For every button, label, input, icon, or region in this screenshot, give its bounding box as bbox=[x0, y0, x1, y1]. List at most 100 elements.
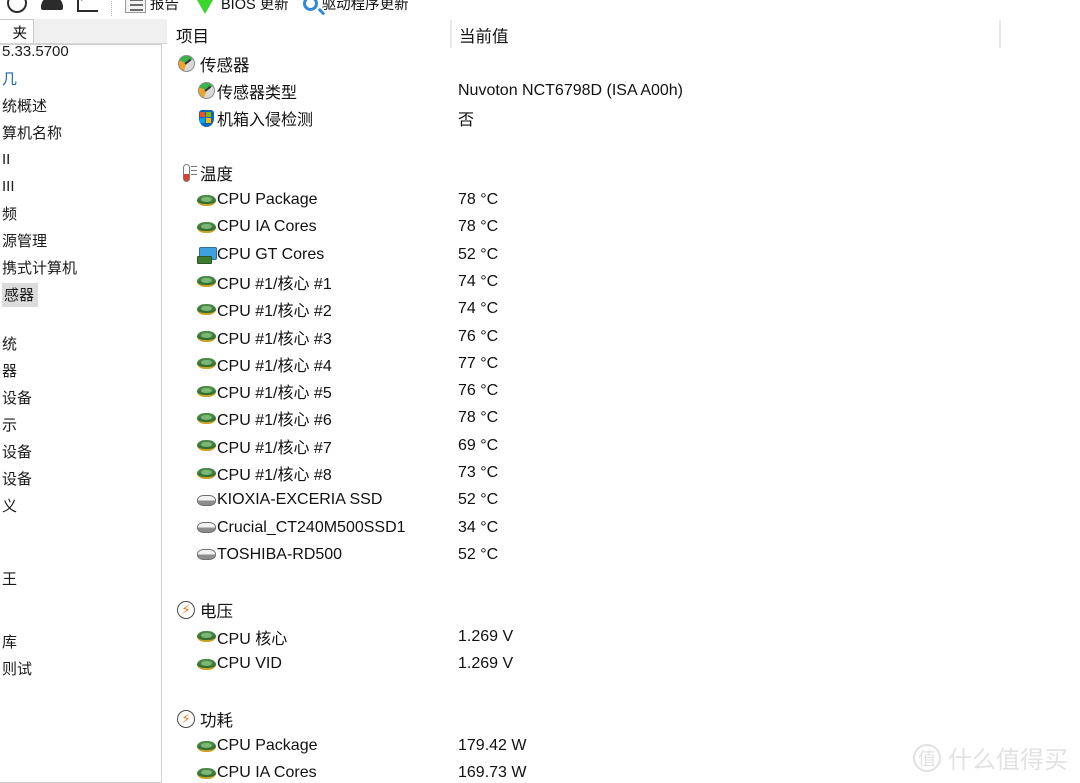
chip-icon bbox=[196, 736, 216, 756]
sidebar-item[interactable]: 感器 bbox=[0, 281, 39, 308]
sidebar-item[interactable]: 设备 bbox=[0, 438, 32, 465]
toolbar-button-报告[interactable]: 报告 bbox=[118, 0, 186, 19]
column-divider-1[interactable] bbox=[450, 20, 452, 48]
sensor-row-label: CPU IA Cores bbox=[217, 764, 317, 782]
sensor-row[interactable]: CPU GT Cores 52 °C bbox=[168, 241, 1080, 268]
sensor-row-label: TOSHIBA-RD500 bbox=[217, 545, 343, 563]
sensor-row-value: 74 °C bbox=[458, 300, 499, 318]
bolt-icon-glyph bbox=[177, 600, 195, 619]
sensor-row[interactable]: CPU #1/核心 #6 78 °C bbox=[168, 405, 1080, 432]
sidebar-item-label: 携式计算机 bbox=[2, 260, 78, 277]
sensor-row[interactable]: CPU #1/核心 #5 76 °C bbox=[168, 378, 1080, 405]
sensor-list[interactable]: 传感器 传感器类型 Nuvoton NCT6798D (ISA A00h) 机箱入侵检… bbox=[168, 50, 1080, 783]
sidebar-item[interactable]: II bbox=[0, 146, 10, 173]
watermark-mark: 值 bbox=[913, 743, 941, 772]
sensor-row-label: CPU #1/核心 #5 bbox=[217, 385, 332, 403]
sidebar-item[interactable]: 示 bbox=[0, 411, 17, 438]
sensor-row-value: 34 °C bbox=[458, 518, 499, 536]
cpu-icon bbox=[41, 0, 63, 10]
sensor-row-value: 76 °C bbox=[458, 382, 499, 400]
sensor-row-value: 78 °C bbox=[458, 409, 499, 427]
sidebar-item-label: 王 bbox=[2, 571, 18, 588]
sidebar-item[interactable]: 几 bbox=[0, 65, 17, 92]
sensor-row[interactable]: CPU #1/核心 #7 69 °C bbox=[168, 432, 1080, 459]
sidebar-item[interactable]: 统 bbox=[0, 330, 17, 357]
chart-icon bbox=[77, 0, 98, 12]
watermark: 值 什么值得买 bbox=[913, 740, 1068, 775]
sensor-row-label: CPU IA Cores bbox=[217, 218, 317, 236]
toolbar-button-refresh-icon[interactable] bbox=[0, 0, 34, 19]
sidebar-item[interactable]: 王 bbox=[0, 565, 17, 592]
sidebar-item[interactable]: 义 bbox=[0, 492, 17, 519]
section-header[interactable]: 电压 bbox=[168, 596, 1080, 623]
green-arrow-icon bbox=[193, 0, 217, 14]
sensor-row[interactable]: CPU IA Cores 78 °C bbox=[168, 214, 1080, 241]
sensor-row[interactable]: CPU 核心 1.269 V bbox=[168, 623, 1080, 650]
sensor-row-value: Nuvoton NCT6798D (ISA A00h) bbox=[458, 81, 684, 99]
sidebar-item[interactable]: 设备 bbox=[0, 465, 32, 492]
toolbar-button-驱动程序更新[interactable]: 驱动程序更新 bbox=[296, 0, 416, 19]
sidebar-item-label: 设备 bbox=[2, 471, 33, 488]
thermometer-icon-glyph bbox=[182, 163, 197, 182]
chip-icon bbox=[196, 327, 216, 347]
sidebar-item[interactable]: 携式计算机 bbox=[0, 254, 77, 281]
toolbar-button-BIOS 更新[interactable]: BIOS 更新 bbox=[186, 0, 296, 19]
chip-icon bbox=[196, 627, 216, 647]
sensor-row[interactable]: CPU #1/核心 #8 73 °C bbox=[168, 460, 1080, 487]
disk-icon bbox=[196, 490, 216, 510]
sidebar-tree[interactable]: 5.33.5700 几统概述 算机名称 II III 频源管理 携式计算机 感器统器设备示设备… bbox=[0, 44, 162, 783]
sensor-row[interactable]: 传感器类型 Nuvoton NCT6798D (ISA A00h) bbox=[168, 77, 1080, 104]
sidebar-item[interactable]: 算机名称 bbox=[0, 119, 62, 146]
chip-icon-glyph bbox=[196, 385, 216, 397]
sensor-row-value: 52 °C bbox=[458, 545, 499, 563]
sensor-row[interactable]: CPU #1/核心 #1 74 °C bbox=[168, 268, 1080, 295]
sensor-row[interactable]: TOSHIBA-RD500 52 °C bbox=[168, 541, 1080, 568]
sensor-row[interactable]: CPU #1/核心 #2 74 °C bbox=[168, 296, 1080, 323]
sensor-row[interactable]: 机箱入侵检测 否 bbox=[168, 105, 1080, 132]
toolbar-button-chart-icon[interactable] bbox=[70, 0, 105, 19]
sensor-row-value: 1.269 V bbox=[458, 627, 514, 645]
sidebar-item[interactable]: 源管理 bbox=[0, 227, 47, 254]
chip-icon bbox=[196, 381, 216, 401]
sidebar-item[interactable]: 设备 bbox=[0, 384, 32, 411]
sensor-row[interactable]: CPU #1/核心 #3 76 °C bbox=[168, 323, 1080, 350]
sidebar-item-label: 几 bbox=[2, 71, 18, 88]
sidebar-item[interactable]: 统概述 bbox=[0, 92, 47, 119]
toolbar-button-label: 驱动程序更新 bbox=[321, 0, 409, 13]
sensor-row[interactable]: KIOXIA-EXCERIA SSD 52 °C bbox=[168, 487, 1080, 514]
sidebar-item[interactable]: 频 bbox=[0, 200, 17, 227]
sidebar-item[interactable]: 器 bbox=[0, 357, 17, 384]
sidebar-item-label: 算机名称 bbox=[2, 125, 63, 142]
chip-icon-glyph bbox=[196, 467, 216, 479]
sidebar-item[interactable]: 则试 bbox=[0, 655, 32, 682]
sensor-row[interactable]: CPU VID 1.269 V bbox=[168, 651, 1080, 678]
section-header[interactable]: 功耗 bbox=[168, 705, 1080, 732]
watermark-text: 什么值得买 bbox=[948, 747, 1068, 774]
chip-icon-glyph bbox=[196, 358, 216, 370]
sensor-row-label: Crucial_CT240M500SSD1 bbox=[217, 518, 406, 536]
sidebar-item-label: 频 bbox=[2, 206, 18, 223]
chip-icon bbox=[196, 436, 216, 456]
sidebar-item[interactable]: 库 bbox=[0, 628, 17, 655]
column-divider-2[interactable] bbox=[999, 20, 1001, 48]
sidebar-item[interactable]: 5.33.5700 bbox=[0, 45, 69, 65]
disk-icon-glyph bbox=[196, 549, 216, 561]
sensor-row[interactable]: CPU #1/核心 #4 77 °C bbox=[168, 350, 1080, 377]
sensor-row[interactable]: CPU Package 78 °C bbox=[168, 187, 1080, 214]
gauge-icon-glyph bbox=[197, 82, 215, 100]
toolbar: 报告 BIOS 更新 驱动程序更新 bbox=[0, 0, 1080, 19]
sensor-row[interactable]: Crucial_CT240M500SSD1 34 °C bbox=[168, 514, 1080, 541]
disk-icon bbox=[196, 518, 216, 538]
gpu-icon bbox=[196, 245, 217, 265]
chip-icon-glyph bbox=[196, 740, 216, 752]
sidebar-item[interactable]: III bbox=[0, 173, 15, 200]
section-header[interactable]: 温度 bbox=[168, 159, 1080, 186]
bolt-icon bbox=[176, 600, 196, 620]
sidebar-tab-favorites[interactable]: 夹 bbox=[0, 19, 34, 43]
toolbar-button-cpu-icon[interactable] bbox=[34, 0, 70, 19]
chip-icon bbox=[196, 654, 216, 674]
chip-icon-glyph bbox=[196, 221, 216, 233]
gpu-icon-glyph bbox=[197, 247, 217, 265]
chip-icon bbox=[196, 763, 216, 783]
section-header[interactable]: 传感器 bbox=[168, 50, 1080, 77]
